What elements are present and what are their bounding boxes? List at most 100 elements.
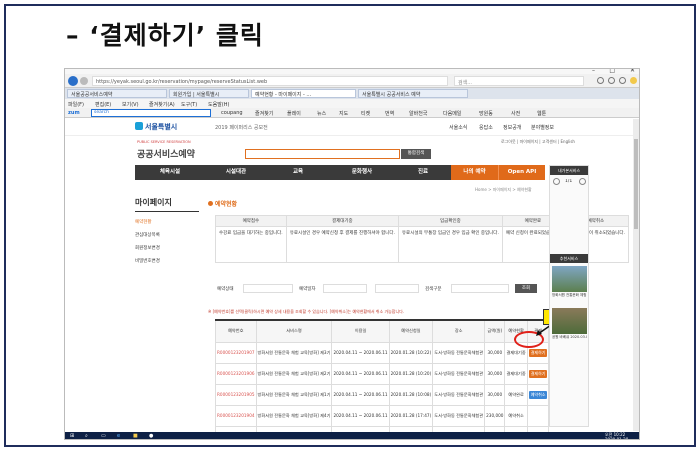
col-amount: 금액(원): [484, 320, 506, 343]
brand-title[interactable]: 공공서비스예약: [137, 147, 195, 160]
nav-rental[interactable]: 시설대관: [205, 165, 267, 180]
sidebar-title: 마이페이지: [135, 197, 199, 212]
fav-10[interactable]: 망원동: [479, 110, 493, 117]
menu-view[interactable]: 보기(V): [122, 101, 139, 108]
row-2-id[interactable]: R0000123201906: [215, 362, 257, 385]
reservation-table: 예약번호 서비스명 이용일 예약신청일 장소 금액(원) 예약현황 결제 R00…: [215, 319, 550, 439]
top-link-4[interactable]: 분야별정보: [531, 124, 554, 131]
row-2-pay-button[interactable]: 결제하기: [528, 369, 548, 378]
fav-1[interactable]: coupang: [221, 110, 243, 116]
nav-culture[interactable]: 문화행사: [329, 165, 395, 180]
news-ticker[interactable]: 2019 페이퍼리스 공모전: [215, 124, 268, 131]
filter-label-type: 검색구분: [425, 287, 442, 292]
fav-5[interactable]: 지도: [339, 110, 348, 117]
filter-date-from[interactable]: [323, 284, 367, 293]
filter-search-button[interactable]: 조회: [515, 284, 537, 293]
tab-4[interactable]: 서울특별시 공공서비스 예약: [358, 89, 468, 98]
row-3-status: 예약완료: [504, 383, 528, 406]
filter-date-to[interactable]: [375, 284, 419, 293]
address-bar-row: https://yeyak.seoul.go.kr/reservation/my…: [65, 74, 639, 88]
prev-icon[interactable]: [553, 178, 560, 185]
row-1-request: 2020.01.28 (10:22): [388, 341, 434, 364]
status-body-2: 유료시설인 경우 예약신청 후 결제를 진행하셔야 합니다.: [285, 226, 399, 263]
col-service: 서비스명: [255, 320, 333, 343]
sidebar-item-password[interactable]: 비밀번호변경: [135, 258, 199, 264]
forward-icon[interactable]: [80, 77, 88, 85]
sidebar-item-status[interactable]: 예약현황: [135, 219, 199, 225]
thumbnail-2[interactable]: [552, 308, 587, 334]
row-4-amount: 230,000: [484, 404, 506, 427]
nav-education[interactable]: 교육: [267, 165, 329, 180]
row-2-amount: 30,000: [484, 362, 506, 385]
home-icon[interactable]: [597, 77, 604, 84]
star-icon[interactable]: [608, 77, 615, 84]
row-3-id[interactable]: R0000123201905: [215, 383, 257, 406]
row-1-id[interactable]: R0000123201907: [215, 341, 257, 364]
top-link-2[interactable]: 응답소: [479, 124, 493, 131]
seoul-logo-icon: [135, 122, 143, 130]
login-links[interactable]: 로그아웃 | 마이페이지 | 고객센터 | English: [501, 139, 575, 145]
tab-3[interactable]: 예약현황 - 마이페이지 - ...: [251, 89, 356, 98]
menu-help[interactable]: 도움말(H): [208, 101, 229, 108]
fav-7[interactable]: 번역: [385, 110, 394, 117]
fav-4[interactable]: 뉴스: [317, 110, 326, 117]
smiley-icon[interactable]: [630, 77, 637, 84]
section-bullet-icon: [208, 201, 213, 206]
site-search-field[interactable]: [245, 149, 400, 159]
scrollbar[interactable]: [633, 119, 639, 431]
tab-2[interactable]: 회원가입 | 서울특별시: [169, 89, 249, 98]
url-field[interactable]: https://yeyak.seoul.go.kr/reservation/my…: [92, 76, 448, 86]
row-4-id[interactable]: R0000123201904: [215, 404, 257, 427]
ie-icon[interactable]: e: [117, 433, 120, 439]
filter-label-date: 예약일자: [299, 287, 316, 292]
row-1-pay-button[interactable]: 결제하기: [528, 348, 548, 357]
row-3-cancel-button[interactable]: 예약취소: [528, 390, 548, 399]
browser-search-field[interactable]: 검색...: [454, 76, 584, 86]
top-link-1[interactable]: 서울소식: [449, 124, 467, 131]
app-icon[interactable]: ●: [149, 433, 153, 439]
folder-icon[interactable]: ■: [133, 433, 138, 439]
fav-3[interactable]: 플레이: [287, 110, 301, 117]
zum-search-field[interactable]: search: [91, 109, 211, 117]
sidebar-item-interest[interactable]: 관심대상목록: [135, 232, 199, 238]
col-id: 예약번호: [215, 320, 257, 343]
table-row: R0000123201906 방화서원 전통문화 체험 교육[방화] 제2기 2…: [215, 362, 550, 385]
row-4-use: 2020.04.11 ~ 2020.06.11: [331, 404, 390, 427]
fav-9[interactable]: 다음메일: [443, 110, 461, 117]
tab-strip: 서울공공서비스예약 회원가입 | 서울특별시 예약현황 - 마이페이지 - ..…: [65, 88, 639, 99]
sidebar-item-member[interactable]: 회원정보변경: [135, 245, 199, 251]
menu-favorites[interactable]: 즐겨찾기(A): [149, 101, 175, 108]
back-icon[interactable]: [68, 76, 78, 86]
nav-open-api[interactable]: Open API: [498, 165, 545, 180]
filter-keyword[interactable]: [451, 284, 509, 293]
thumbnail-1[interactable]: [552, 266, 587, 292]
slide-title: – ‘결제하기’ 클릭: [66, 21, 264, 50]
menu-tools[interactable]: 도구(T): [181, 101, 197, 108]
menu-edit[interactable]: 편집(E): [95, 101, 111, 108]
gear-icon[interactable]: [619, 77, 626, 84]
tab-1[interactable]: 서울공공서비스예약: [67, 89, 167, 98]
recent-pager: 1/1: [565, 179, 573, 184]
brand-subtitle: PUBLIC SERVICE RESERVATION: [137, 140, 191, 144]
menu-file[interactable]: 파일(F): [68, 101, 84, 108]
fav-6[interactable]: 티켓: [361, 110, 370, 117]
next-icon[interactable]: [579, 178, 586, 185]
site-search-button[interactable]: 통합검색: [401, 149, 431, 159]
filter-label-status: 예약상태: [217, 287, 234, 292]
fav-8[interactable]: 알바천국: [409, 110, 427, 117]
nav-sports[interactable]: 체육시설: [135, 165, 205, 180]
fav-12[interactable]: 웹툰: [537, 110, 546, 117]
search-icon[interactable]: ⌕: [85, 433, 88, 439]
nav-medical[interactable]: 진료: [395, 165, 451, 180]
top-link-3[interactable]: 정보공개: [503, 124, 521, 131]
right-panel: 내가본서비스 1/1 추천서비스 방화서원 전통문화 체험 2020.01.01…: [549, 165, 589, 427]
fav-2[interactable]: 즐겨찾기: [255, 110, 273, 117]
filter-status-select[interactable]: [243, 284, 293, 293]
fav-11[interactable]: 사전: [511, 110, 520, 117]
row-1-use: 2020.04.11 ~ 2020.06.11: [331, 341, 390, 364]
taskview-icon[interactable]: ▭: [101, 433, 106, 439]
url-text: https://yeyak.seoul.go.kr/reservation/my…: [96, 79, 268, 85]
windows-start-icon[interactable]: ⊞: [70, 433, 74, 439]
scrollbar-thumb[interactable]: [634, 139, 638, 229]
nav-my-reservation[interactable]: 나의 예약: [451, 165, 498, 180]
